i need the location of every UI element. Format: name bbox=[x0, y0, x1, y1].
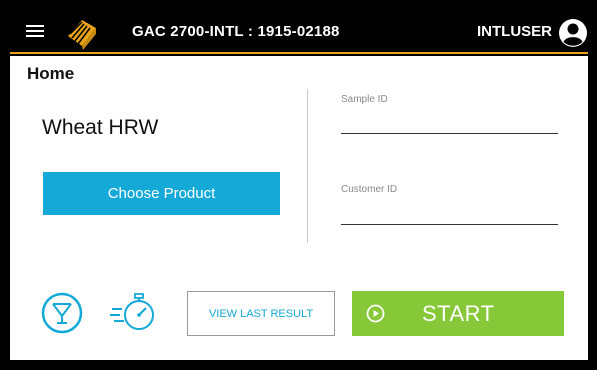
customer-id-input[interactable] bbox=[341, 199, 558, 225]
vertical-divider bbox=[307, 89, 308, 243]
funnel-circle-icon[interactable] bbox=[41, 292, 83, 334]
customer-id-label: Customer ID bbox=[341, 184, 398, 195]
hamburger-menu-icon[interactable] bbox=[24, 22, 46, 42]
play-circle-icon bbox=[366, 304, 385, 323]
selected-product-name: Wheat HRW bbox=[42, 116, 159, 139]
view-last-result-button[interactable]: VIEW LAST RESULT bbox=[187, 291, 335, 336]
app-frame: GAC 2700-INTL : 1915-02188 INTLUSER Home… bbox=[0, 0, 597, 370]
app-logo bbox=[68, 20, 96, 50]
start-button-label: START bbox=[422, 301, 495, 326]
choose-product-button[interactable]: Choose Product bbox=[43, 172, 280, 215]
stopwatch-icon[interactable] bbox=[108, 288, 158, 336]
device-title: GAC 2700-INTL : 1915-02188 bbox=[132, 23, 340, 40]
page-title: Home bbox=[27, 64, 75, 83]
sample-id-label: Sample ID bbox=[341, 94, 388, 105]
main-content: Home Wheat HRW Choose Product Sample ID … bbox=[10, 56, 588, 360]
top-bar: GAC 2700-INTL : 1915-02188 INTLUSER bbox=[10, 10, 588, 54]
user-account-icon[interactable] bbox=[558, 18, 588, 48]
sample-id-input[interactable] bbox=[341, 108, 558, 134]
user-name: INTLUSER bbox=[477, 23, 552, 40]
start-button[interactable]: START bbox=[352, 291, 564, 336]
